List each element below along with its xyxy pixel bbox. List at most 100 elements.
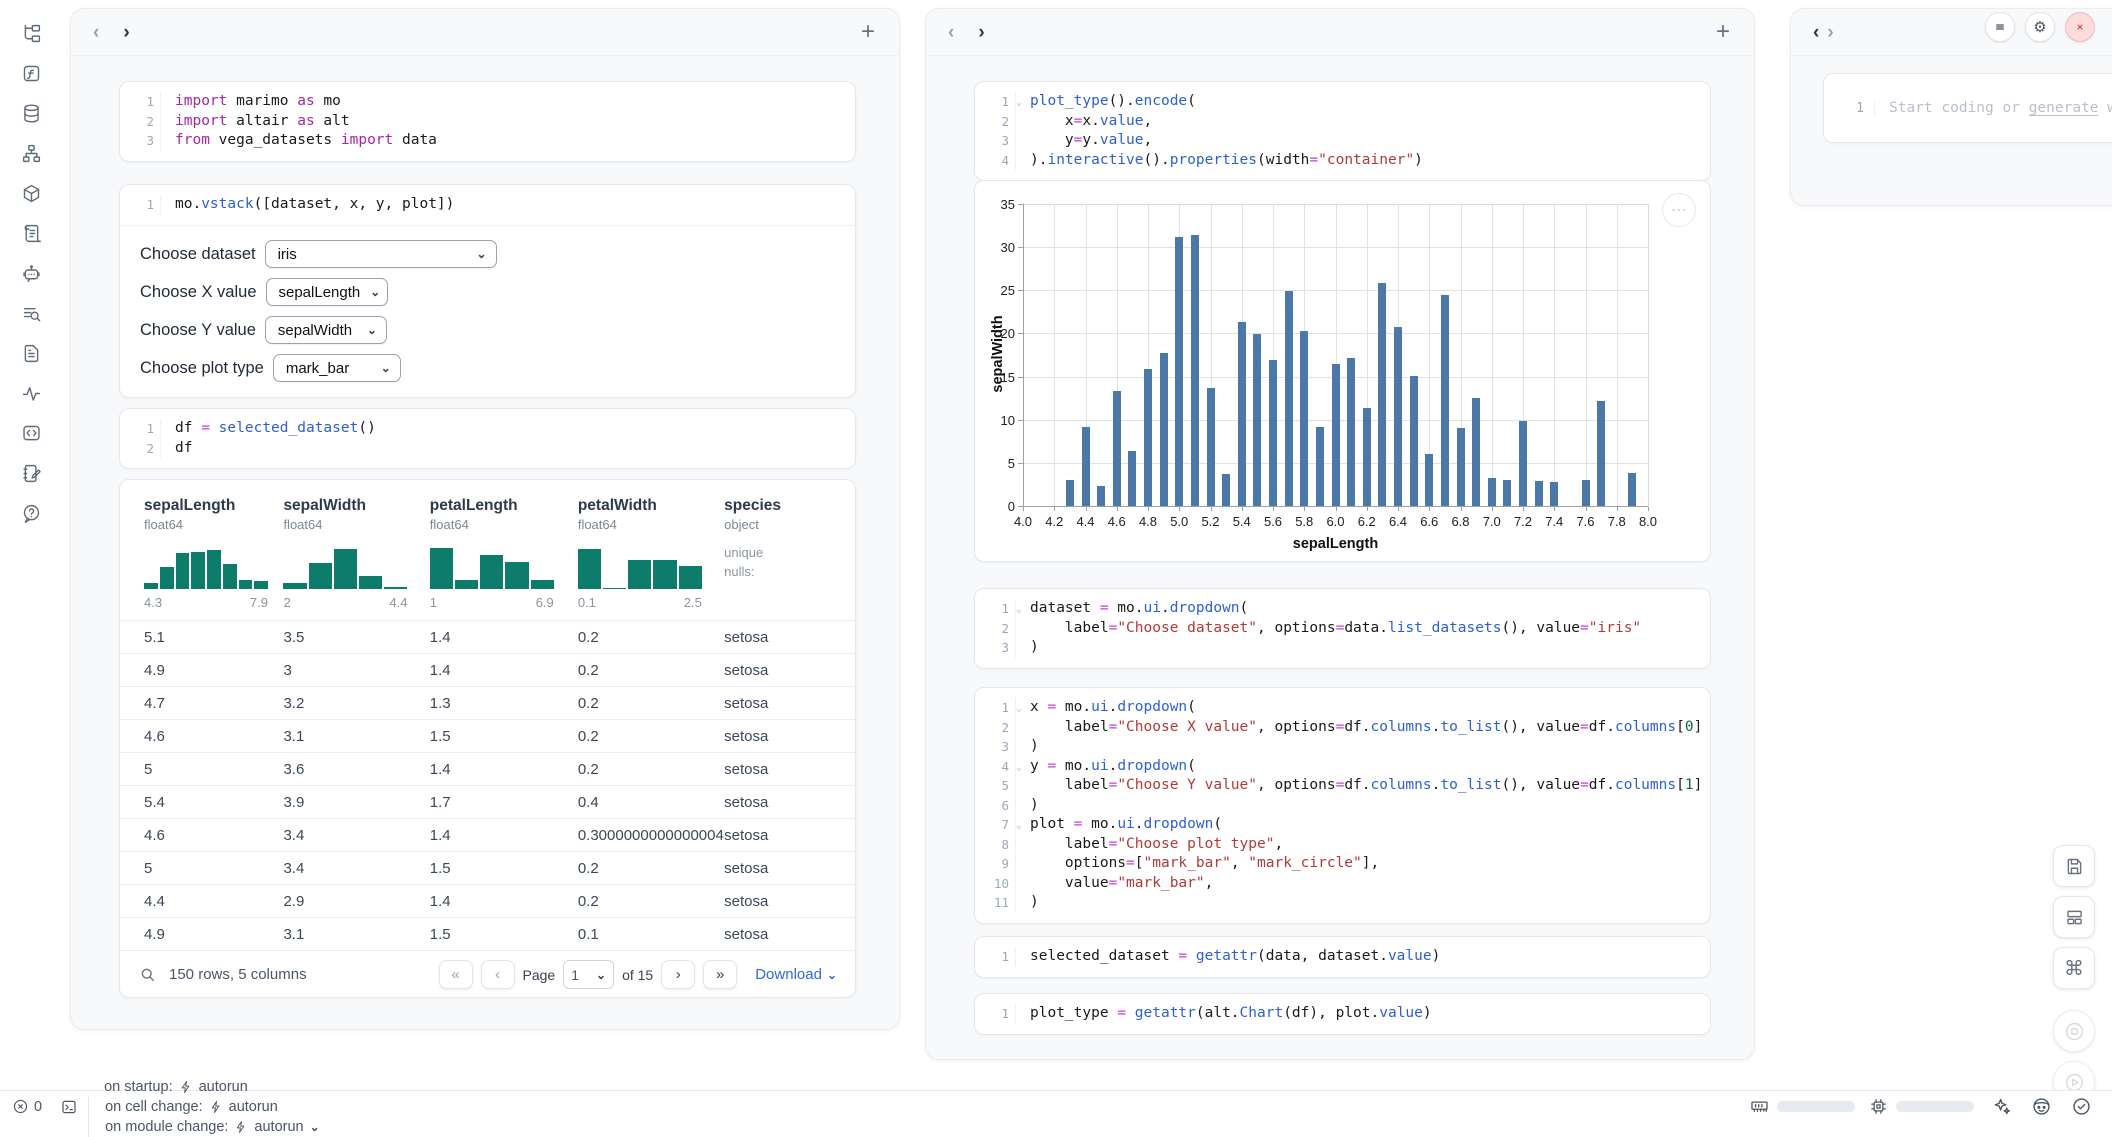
table-row[interactable]: 53.61.40.2setosa <box>120 753 855 786</box>
terminal-icon[interactable] <box>60 1098 78 1116</box>
fold-toggle-icon[interactable]: ⌄ <box>1016 699 1022 719</box>
code-line: import marimo as mo <box>161 92 341 112</box>
status-bar: 0 on startup:autorunon cell change:autor… <box>0 1090 2112 1122</box>
imports-code-cell[interactable]: 1import marimo as mo2import altair as al… <box>119 81 856 162</box>
plot-type-code-cell[interactable]: 1plot_type = getattr(alt.Chart(df), plot… <box>974 993 1711 1035</box>
scratchpad-icon[interactable] <box>18 460 44 486</box>
stop-icon[interactable] <box>2053 1010 2095 1052</box>
table-cell: setosa <box>724 629 855 646</box>
dataset-dropdown-code-cell[interactable]: 1⌄dataset = mo.ui.dropdown(2 label="Choo… <box>974 588 1711 669</box>
table-column-header[interactable]: sepalWidthfloat6424.4 <box>283 496 429 610</box>
kernel-status-check-icon[interactable] <box>2068 1094 2094 1120</box>
column-back-button[interactable]: ‹ <box>89 23 103 42</box>
download-button[interactable]: Download⌄ <box>755 966 837 983</box>
table-column-header[interactable]: petalWidthfloat640.12.5 <box>578 496 724 610</box>
chart-bar <box>1378 283 1386 506</box>
fold-toggle-icon[interactable]: ⌄ <box>1016 758 1022 778</box>
table-column-header[interactable]: speciesobjectuniquenulls: <box>724 496 855 610</box>
df-code-cell[interactable]: 1df = selected_dataset()2df <box>119 408 856 469</box>
plot-type-dropdown-label: Choose plot type <box>140 359 264 378</box>
save-icon[interactable] <box>2053 845 2095 887</box>
chat-bot-icon[interactable] <box>18 260 44 286</box>
column-forward-button[interactable]: › <box>974 23 988 42</box>
x-value-select[interactable]: sepalLength⌄ <box>266 278 388 306</box>
column-back-button[interactable]: ‹ <box>944 23 958 42</box>
command-palette-icon[interactable]: ⌘ <box>2053 947 2095 989</box>
code-line: df = selected_dataset() <box>161 419 376 439</box>
function-icon[interactable] <box>18 60 44 86</box>
layout-icon[interactable] <box>2053 896 2095 938</box>
code-line: selected_dataset = getattr(data, dataset… <box>1016 947 1440 967</box>
help-icon[interactable] <box>18 500 44 526</box>
chevron-down-icon: ⌄ <box>827 968 837 982</box>
icon-sidebar <box>0 0 62 1090</box>
dependency-graph-icon[interactable] <box>18 140 44 166</box>
first-page-button[interactable]: « <box>439 960 473 989</box>
tracing-icon[interactable] <box>18 380 44 406</box>
table-row[interactable]: 4.42.91.40.2setosa <box>120 885 855 918</box>
table-row[interactable]: 53.41.50.2setosa <box>120 852 855 885</box>
chart-bar <box>1519 421 1527 506</box>
table-row[interactable]: 4.63.41.40.3000000000000004setosa <box>120 819 855 852</box>
table-column-header[interactable]: petalLengthfloat6416.9 <box>430 496 578 610</box>
column-histogram <box>283 543 407 589</box>
sparkles-icon[interactable] <box>1988 1094 2014 1120</box>
plot-type-select[interactable]: mark_bar⌄ <box>273 354 401 382</box>
code-line: label="Choose dataset", options=data.lis… <box>1016 619 1641 639</box>
fold-toggle-icon[interactable]: ⌄ <box>1016 816 1022 836</box>
generate-with-ai-link[interactable]: generate <box>2029 100 2099 116</box>
column-forward-button[interactable]: › <box>119 23 133 42</box>
package-icon[interactable] <box>18 180 44 206</box>
table-cell: setosa <box>724 827 855 844</box>
script-icon[interactable] <box>18 220 44 246</box>
column-forward-button[interactable]: › <box>1823 23 1837 42</box>
chart-bar <box>1347 358 1355 506</box>
page-label: Page <box>523 967 556 983</box>
selected-dataset-code-cell[interactable]: 1selected_dataset = getattr(data, datase… <box>974 936 1711 978</box>
chart-actions-button[interactable]: ⋯ <box>1662 193 1696 227</box>
column-back-button[interactable]: ‹ <box>1809 23 1823 42</box>
plot-encode-code-cell[interactable]: 1⌄plot_type().encode(2 x=x.value,3 y=y.v… <box>974 81 1711 181</box>
document-icon[interactable] <box>18 340 44 366</box>
search-icon[interactable] <box>138 965 157 984</box>
empty-code-cell[interactable]: 1 Start coding or generate with <box>1823 73 2112 143</box>
table-cell: 3.1 <box>283 728 429 745</box>
table-cell: 1.5 <box>430 926 578 943</box>
database-icon[interactable] <box>18 100 44 126</box>
assistant-robot-icon[interactable] <box>2028 1094 2054 1120</box>
add-cell-button[interactable]: + <box>855 19 881 45</box>
y-value-select[interactable]: sepalWidth⌄ <box>265 316 387 344</box>
dataset-select[interactable]: iris⌄ <box>265 240 497 268</box>
table-cell: 3.9 <box>283 794 429 811</box>
last-page-button[interactable]: » <box>703 960 737 989</box>
add-cell-button[interactable]: + <box>1710 19 1736 45</box>
table-row[interactable]: 4.931.40.2setosa <box>120 654 855 687</box>
logs-search-icon[interactable] <box>18 300 44 326</box>
table-row[interactable]: 4.93.11.50.1setosa <box>120 918 855 951</box>
table-row[interactable]: 5.43.91.70.4setosa <box>120 786 855 819</box>
snippets-icon[interactable] <box>18 420 44 446</box>
x-axis-title: sepalLength <box>1023 536 1648 552</box>
table-column-header[interactable]: sepalLengthfloat644.37.9 <box>144 496 283 610</box>
runtime-config-item[interactable]: on module change:autorun⌄ <box>88 1117 336 1137</box>
prev-page-button[interactable]: ‹ <box>481 960 515 989</box>
fold-toggle-icon[interactable]: ⌄ <box>1016 600 1022 620</box>
table-row[interactable]: 5.13.51.40.2setosa <box>120 621 855 654</box>
xy-plot-dropdowns-code-cell[interactable]: 1⌄x = mo.ui.dropdown(2 label="Choose X v… <box>974 687 1711 924</box>
vstack-code[interactable]: 1mo.vstack([dataset, x, y, plot]) <box>120 185 855 225</box>
table-header-row: sepalLengthfloat644.37.9sepalWidthfloat6… <box>120 480 855 621</box>
table-cell: setosa <box>724 728 855 745</box>
menu-icon[interactable] <box>1985 12 2015 42</box>
file-tree-icon[interactable] <box>18 20 44 46</box>
fold-toggle-icon[interactable]: ⌄ <box>1016 93 1022 113</box>
runtime-config-item[interactable]: on startup:autorun <box>88 1077 336 1097</box>
page-count-label: of 15 <box>622 967 653 983</box>
gear-icon[interactable]: ⚙ <box>2025 12 2055 42</box>
runtime-config-item[interactable]: on cell change:autorun <box>88 1097 336 1117</box>
close-icon[interactable] <box>2065 12 2095 42</box>
page-select[interactable]: 1⌄ <box>563 960 614 989</box>
table-row[interactable]: 4.73.21.30.2setosa <box>120 687 855 720</box>
next-page-button[interactable]: › <box>661 960 695 989</box>
error-count-button[interactable]: 0 <box>12 1098 48 1115</box>
table-row[interactable]: 4.63.11.50.2setosa <box>120 720 855 753</box>
